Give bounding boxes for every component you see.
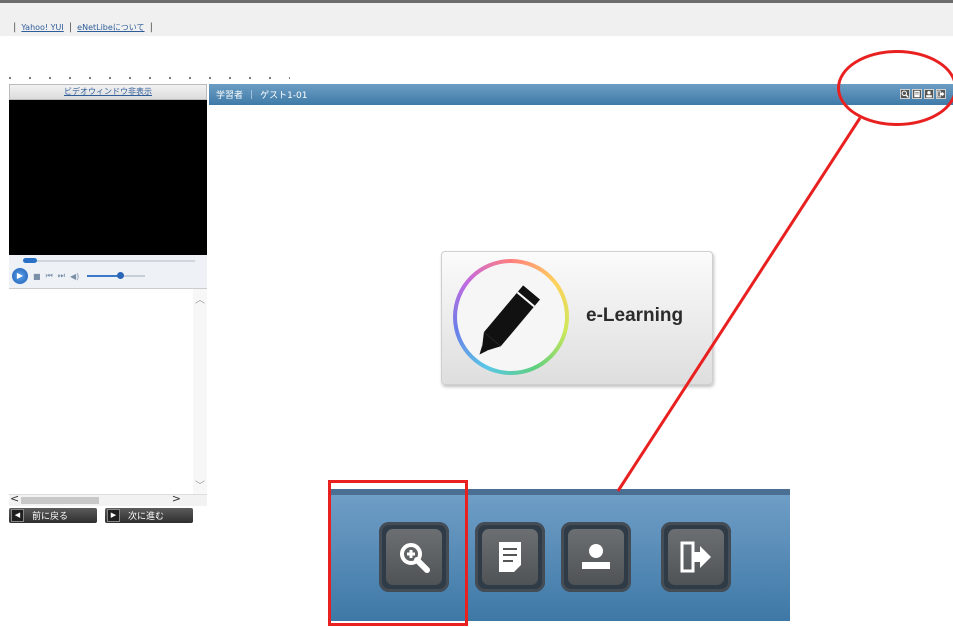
player-buttons: ▶ ■ ⏮ ⏭ ◀): [12, 268, 146, 284]
stop-icon[interactable]: ■: [33, 272, 41, 281]
about-link[interactable]: eNetLibeについて: [77, 22, 144, 33]
user-button-face: [568, 529, 624, 585]
logo-ring: [453, 259, 569, 375]
volume-knob[interactable]: [117, 272, 125, 279]
chevron-right-icon[interactable]: >: [172, 492, 181, 505]
document-button-face: [482, 529, 538, 585]
top-links: | Yahoo! YUI | eNetLibeについて |: [8, 22, 158, 33]
logout-button-face: [668, 529, 724, 585]
video-area[interactable]: [9, 100, 207, 255]
yui-link[interactable]: Yahoo! YUI: [21, 23, 63, 32]
role-label: 学習者: [216, 91, 244, 101]
previous-track-icon[interactable]: ⏮: [46, 271, 53, 281]
volume-slider[interactable]: [87, 272, 146, 279]
next-button-label: 次に進む: [128, 512, 165, 522]
link-separator: |: [149, 22, 153, 33]
left-panel: ビデオウィンドウ非表示 ▶ ■ ⏮ ⏭ ◀) ︿ ﹀ < > ◀ 前に戻る ▶ …: [9, 84, 207, 524]
logo-circle: [457, 263, 565, 371]
logout-icon-large[interactable]: [661, 522, 731, 592]
highlight-rectangle: [328, 480, 468, 626]
chevron-up-icon[interactable]: ︿: [195, 291, 205, 306]
seek-bar[interactable]: [23, 258, 195, 263]
next-button[interactable]: ▶ 次に進む: [105, 508, 193, 523]
link-separator: |: [13, 22, 17, 33]
highlight-ellipse: [837, 50, 953, 126]
page-nav: ◀ 前に戻る ▶ 次に進む: [9, 508, 207, 523]
document-icon-large[interactable]: [475, 522, 545, 592]
volume-track: [123, 275, 146, 277]
play-icon[interactable]: ▶: [12, 268, 28, 284]
header-divider: |: [250, 89, 254, 100]
link-separator: |: [68, 22, 73, 33]
user-icon-large[interactable]: [561, 522, 631, 592]
user-info: 学習者 | ゲスト1-01: [216, 88, 308, 102]
user-name: ゲスト1-01: [260, 91, 308, 101]
prev-button[interactable]: ◀ 前に戻る: [9, 508, 97, 523]
dotted-divider: [0, 76, 290, 80]
horizontal-scrollbar[interactable]: < >: [9, 492, 207, 506]
pencil-icon: [479, 285, 540, 355]
chevron-left-icon[interactable]: <: [10, 492, 19, 505]
vertical-scrollbar[interactable]: ︿ ﹀: [193, 289, 207, 494]
prev-button-label: 前に戻る: [32, 512, 69, 522]
scrollbar-thumb[interactable]: [21, 497, 99, 504]
arrow-left-icon: ◀: [11, 509, 24, 522]
content-list[interactable]: ︿ ﹀: [9, 289, 207, 494]
next-track-icon[interactable]: ⏭: [58, 271, 65, 281]
media-player-controls: ▶ ■ ⏮ ⏭ ◀): [9, 255, 207, 289]
arrow-right-icon: ▶: [107, 509, 120, 522]
volume-icon[interactable]: ◀): [70, 272, 79, 281]
logo-text: e-Learning: [586, 305, 684, 326]
elearning-logo-card[interactable]: e-Learning: [441, 251, 713, 385]
video-toggle-link[interactable]: ビデオウィンドウ非表示: [64, 87, 152, 96]
video-toggle-bar: ビデオウィンドウ非表示: [9, 84, 207, 100]
seek-knob[interactable]: [23, 258, 37, 263]
chevron-down-icon[interactable]: ﹀: [195, 477, 205, 492]
